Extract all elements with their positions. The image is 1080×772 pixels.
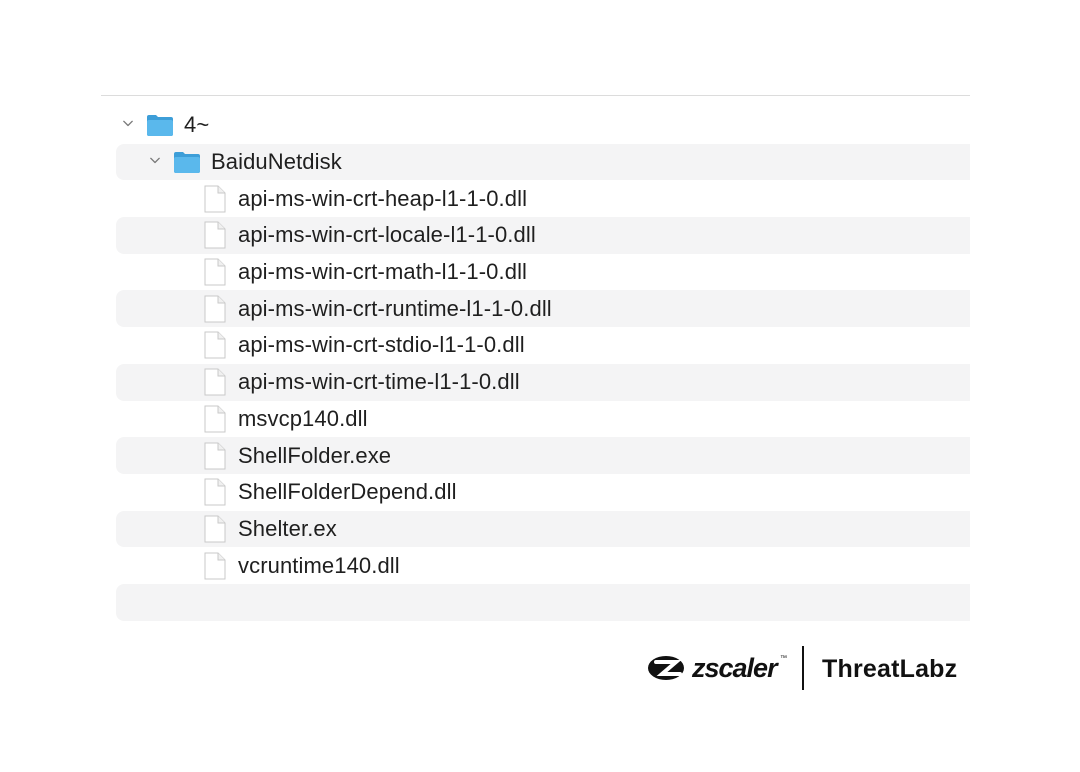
- company-name: zscaler: [692, 653, 778, 683]
- document-icon: [204, 442, 226, 470]
- product-name: ThreatLabz: [822, 655, 958, 683]
- file-name: Shelter.ex: [238, 515, 337, 541]
- file-name: api-ms-win-crt-math-l1-1-0.dll: [238, 259, 528, 285]
- document-icon: [204, 185, 226, 213]
- zscaler-logo-icon: [648, 656, 684, 680]
- file-name: api-ms-win-crt-time-l1-1-0.dll: [238, 369, 520, 395]
- branding-divider: [802, 646, 804, 690]
- folder-icon: [174, 152, 200, 174]
- folder-row[interactable]: 4~: [116, 107, 970, 144]
- document-icon: [204, 331, 226, 359]
- file-name: ShellFolder.exe: [238, 442, 392, 468]
- file-row[interactable]: api-ms-win-crt-time-l1-1-0.dll: [116, 363, 970, 401]
- chevron-down-icon[interactable]: [123, 118, 133, 128]
- document-icon: [204, 295, 226, 323]
- file-row[interactable]: vcruntime140.dll: [116, 547, 970, 584]
- folder-icon: [147, 115, 173, 137]
- file-row[interactable]: api-ms-win-crt-locale-l1-1-0.dll: [116, 217, 970, 254]
- branding: zscaler ™ ThreatLabz: [646, 644, 970, 692]
- document-icon: [204, 258, 226, 286]
- file-row[interactable]: api-ms-win-crt-stdio-l1-1-0.dll: [116, 327, 970, 364]
- header-divider: [101, 95, 970, 96]
- file-row[interactable]: Shelter.ex: [116, 510, 970, 548]
- file-row[interactable]: api-ms-win-crt-heap-l1-1-0.dll: [116, 180, 970, 217]
- document-icon: [204, 405, 226, 433]
- folder-name: BaiduNetdisk: [211, 149, 342, 175]
- folder-name: 4~: [184, 112, 210, 138]
- file-row[interactable]: api-ms-win-crt-runtime-l1-1-0.dll: [116, 290, 970, 328]
- folder-row[interactable]: BaiduNetdisk: [116, 143, 970, 181]
- file-row[interactable]: api-ms-win-crt-math-l1-1-0.dll: [116, 254, 970, 291]
- document-icon: [204, 515, 226, 543]
- document-icon: [204, 478, 226, 506]
- chevron-down-icon[interactable]: [150, 155, 160, 165]
- document-icon: [204, 368, 226, 396]
- document-icon: [204, 221, 226, 249]
- file-name: vcruntime140.dll: [238, 552, 400, 578]
- empty-row: [116, 583, 970, 621]
- file-name: msvcp140.dll: [238, 405, 368, 431]
- file-name: api-ms-win-crt-stdio-l1-1-0.dll: [238, 332, 525, 358]
- file-row[interactable]: msvcp140.dll: [116, 401, 970, 438]
- file-tree: 4~ BaiduNetdisk api-ms-win-crt-heap-l1-1-0…: [116, 107, 970, 621]
- file-name: ShellFolderDepend.dll: [238, 479, 457, 505]
- file-row[interactable]: ShellFolderDepend.dll: [116, 474, 970, 511]
- document-icon: [204, 552, 226, 580]
- file-name: api-ms-win-crt-locale-l1-1-0.dll: [238, 222, 536, 248]
- file-name: api-ms-win-crt-heap-l1-1-0.dll: [238, 185, 528, 211]
- trademark-symbol: ™: [780, 655, 787, 662]
- file-row[interactable]: ShellFolder.exe: [116, 437, 970, 474]
- file-name: api-ms-win-crt-runtime-l1-1-0.dll: [238, 295, 552, 321]
